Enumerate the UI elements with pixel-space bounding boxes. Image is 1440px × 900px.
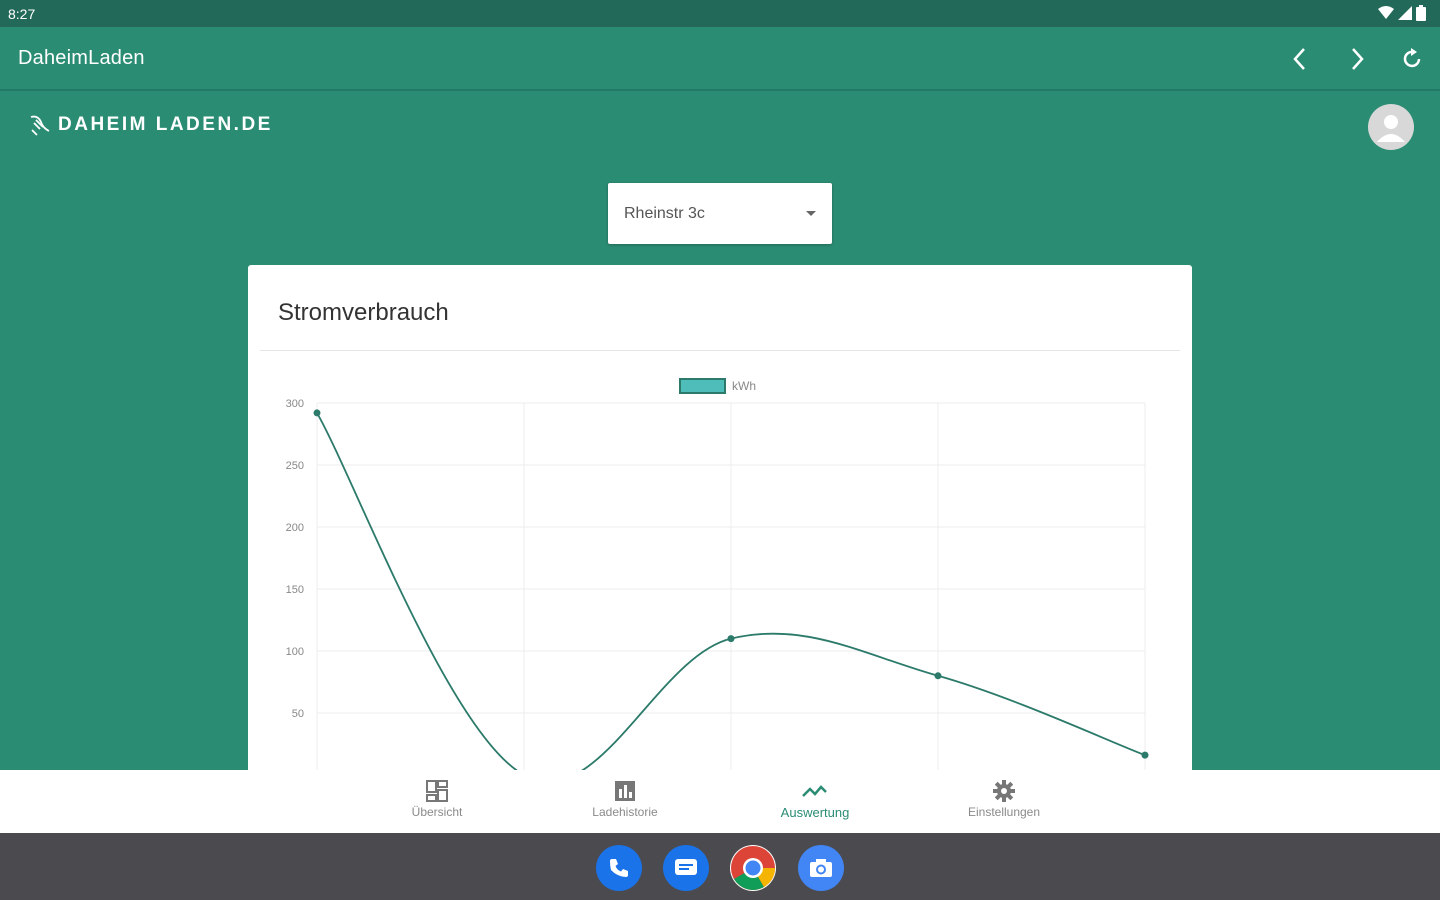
- y-tick-label: 300: [286, 398, 304, 410]
- trending-up-icon: [802, 785, 827, 797]
- dropdown-arrow-icon: [806, 211, 816, 216]
- location-select-value: Rheinstr 3c: [624, 205, 705, 222]
- dashboard-icon: [426, 780, 448, 802]
- tab-ladehistorie[interactable]: Ladehistorie: [555, 780, 695, 826]
- status-time: 8:27: [8, 6, 36, 22]
- location-select[interactable]: Rheinstr 3c: [608, 183, 832, 244]
- status-bar: 8:27: [0, 0, 1440, 27]
- reload-icon: [1403, 48, 1421, 68]
- y-tick-label: 150: [286, 584, 304, 596]
- reload-button[interactable]: [1395, 41, 1431, 77]
- avatar[interactable]: [1368, 104, 1414, 150]
- phone-app[interactable]: [596, 845, 642, 891]
- phone-icon: [610, 859, 628, 877]
- forward-button[interactable]: [1340, 41, 1376, 77]
- chevron-left-icon: [1293, 48, 1305, 70]
- tab-label: Übersicht: [411, 805, 463, 819]
- app-bar: DaheimLaden: [0, 27, 1440, 91]
- messages-icon: [675, 859, 697, 875]
- app-title: DaheimLaden: [18, 47, 145, 69]
- tab-auswertung[interactable]: Auswertung: [745, 780, 885, 826]
- y-tick-label: 50: [292, 708, 304, 720]
- bar-chart-icon: [615, 781, 635, 801]
- camera-app[interactable]: [798, 845, 844, 891]
- legend-label: kWh: [732, 379, 756, 393]
- data-point: [727, 635, 735, 643]
- camera-icon: [810, 859, 832, 877]
- tab-label: Einstellungen: [967, 805, 1041, 819]
- tab-einstellungen[interactable]: Einstellungen: [934, 780, 1074, 826]
- chevron-right-icon: [1352, 48, 1364, 70]
- y-tick-label: 200: [286, 522, 304, 534]
- y-tick-label: 100: [286, 646, 304, 658]
- legend-swatch: [679, 378, 726, 394]
- consumption-line-chart: 300 250 200 150 100 50 kWh: [286, 378, 1149, 770]
- cell-signal-icon: [1398, 6, 1412, 20]
- back-button[interactable]: [1281, 41, 1317, 77]
- bottom-navigation: Übersicht Ladehistorie Auswertung Einste…: [0, 770, 1440, 833]
- chrome-app[interactable]: [730, 845, 776, 891]
- brand-name: DAHEIM LADEN.DE: [58, 114, 273, 135]
- chart-card: Stromverbrauch 300 250 200 150 100 50 kWh: [248, 265, 1192, 770]
- status-icons: [1378, 5, 1426, 21]
- brand-logo[interactable]: DAHEIM LADEN.DE: [28, 114, 273, 136]
- gear-icon: [993, 780, 1015, 802]
- chrome-icon: [731, 846, 775, 890]
- tab-label: Ladehistorie: [592, 805, 658, 819]
- account-icon: [1377, 115, 1405, 142]
- tab-uebersicht[interactable]: Übersicht: [367, 780, 507, 826]
- plug-leaf-icon: [30, 115, 50, 136]
- data-point: [934, 672, 942, 680]
- data-point: [313, 409, 321, 417]
- y-tick-label: 250: [286, 460, 304, 472]
- data-point: [1141, 751, 1149, 759]
- tab-label: Auswertung: [780, 805, 850, 820]
- battery-icon: [1416, 5, 1426, 21]
- messages-app[interactable]: [663, 845, 709, 891]
- app-dock: [0, 833, 1440, 900]
- wifi-icon: [1378, 6, 1394, 19]
